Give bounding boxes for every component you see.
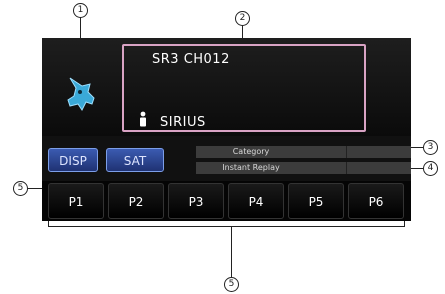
sat-button[interactable]: SAT (106, 148, 164, 172)
callout-4: 4 (423, 161, 438, 176)
person-icon (138, 111, 148, 131)
instant-replay-divider (346, 162, 347, 174)
instant-replay-label: Instant Replay (222, 163, 280, 172)
callout-5-presets: 5 (224, 277, 239, 292)
category-divider (346, 146, 347, 158)
preset-bar: P1 P2 P3 P4 P5 P6 (42, 181, 411, 221)
preset-2-button[interactable]: P2 (108, 183, 164, 219)
callout-1: 1 (73, 3, 88, 18)
preset-6-button[interactable]: P6 (348, 183, 404, 219)
preset-4-button[interactable]: P4 (228, 183, 284, 219)
preset-1-button[interactable]: P1 (48, 183, 104, 219)
callout-5-soft-buttons: 5 (13, 181, 28, 196)
category-label: Category (232, 147, 270, 156)
disp-button[interactable]: DISP (48, 148, 98, 172)
instant-replay-row[interactable]: Instant Replay (196, 162, 411, 174)
sirius-dog-logo-icon (46, 54, 116, 132)
callout-3: 3 (423, 140, 438, 155)
channel-label: SR3 CH012 (152, 52, 230, 67)
leader-line-5b (231, 226, 232, 277)
callout-2: 2 (235, 11, 250, 26)
leader-line-1 (80, 17, 81, 38)
logo-graphic (67, 77, 95, 111)
station-name: SIRIUS (160, 115, 206, 130)
category-row[interactable]: Category (196, 146, 411, 158)
leader-bracket-5b (48, 226, 405, 227)
preset-5-button[interactable]: P5 (288, 183, 344, 219)
preset-3-button[interactable]: P3 (168, 183, 224, 219)
tuner-screen: SR3 CH012 SIRIUS DISP SAT Category Insta… (42, 38, 411, 221)
